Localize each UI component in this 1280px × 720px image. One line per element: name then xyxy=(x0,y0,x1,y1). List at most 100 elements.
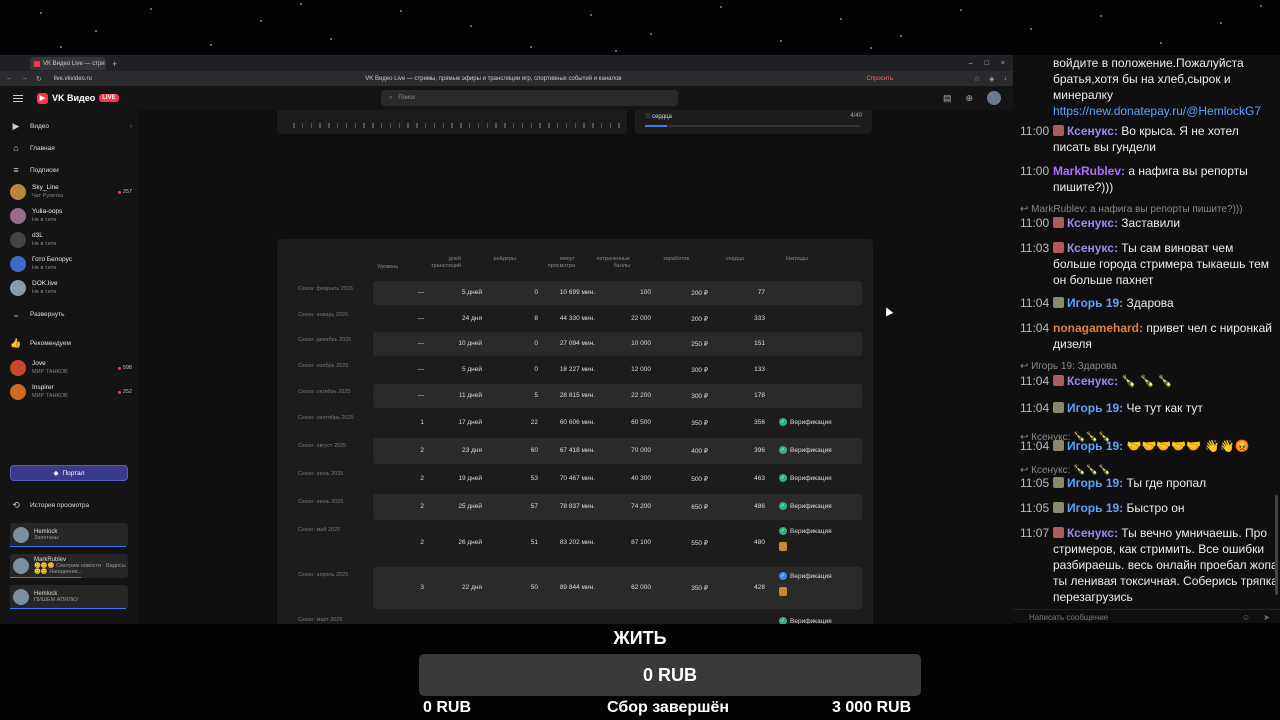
medal-icon[interactable] xyxy=(779,542,787,551)
emoji-icon[interactable]: ☺ xyxy=(1242,610,1250,623)
message-nick[interactable]: Игорь 19: xyxy=(1067,476,1123,490)
chat-scrollbar[interactable] xyxy=(1275,495,1278,595)
column-header: дней трансляций xyxy=(431,256,461,270)
browser-tab[interactable]: VK Видео Live — стри × xyxy=(30,57,106,70)
history-item[interactable]: Hemlock ПИШЕМ АПИЛКУ xyxy=(10,585,128,609)
season-label: Сезон: февраль 2026 xyxy=(298,286,353,292)
menu-icon[interactable] xyxy=(13,94,23,102)
award-badge[interactable]: ✓ Верификация xyxy=(779,617,832,624)
table-cell-level: 1 xyxy=(420,419,424,426)
bookmark-icon[interactable]: ☆ xyxy=(974,75,980,83)
channel-item[interactable]: Гото Белорус Не в сети xyxy=(10,256,132,273)
url-field[interactable]: live.vkvideo.ru xyxy=(54,76,124,82)
message-body: nonagamehard: привет чел с ниронкай дизе… xyxy=(1053,320,1278,352)
message-nick[interactable]: Ксенукс: xyxy=(1067,216,1118,230)
maximize-icon[interactable]: □ xyxy=(985,60,989,67)
tick-mark xyxy=(389,123,392,128)
reload-icon[interactable]: ↻ xyxy=(36,75,42,83)
studio-icon[interactable]: ▤ xyxy=(943,93,952,104)
sidebar-item-recommended[interactable]: 👍 Рекомендуем xyxy=(10,338,132,349)
download-icon[interactable]: ↓ xyxy=(1004,75,1008,83)
forward-icon[interactable]: → xyxy=(21,75,28,83)
table-cell-hearts: 356 xyxy=(754,419,765,426)
portal-button[interactable]: ◆ Портал xyxy=(10,465,128,481)
send-icon[interactable]: ➤ xyxy=(1263,610,1270,623)
sidebar-item-history[interactable]: ⟲ История просмотра xyxy=(10,500,132,511)
back-icon[interactable]: ← xyxy=(6,75,13,83)
award-badge[interactable]: ✓ Верификация xyxy=(779,418,832,426)
channel-item[interactable]: Jove МИР ТАНКОВ 598 xyxy=(10,360,132,377)
message-nick[interactable]: Ксенукс: xyxy=(1067,526,1118,540)
table-cell-days: 5 дней xyxy=(461,366,482,373)
message-nick[interactable]: MarkRublev: xyxy=(1053,164,1125,178)
message-time: 11:04 xyxy=(1020,401,1050,415)
medal-icon[interactable] xyxy=(779,587,787,596)
message-nick[interactable]: nonagamehard: xyxy=(1053,321,1143,335)
close-window-icon[interactable]: × xyxy=(1001,60,1005,67)
award-label: Верификация xyxy=(790,502,832,510)
channel-status: Не в сети xyxy=(32,241,57,248)
channel-item[interactable]: DOK.live Не в сети xyxy=(10,280,132,297)
user-badge-icon xyxy=(1053,242,1064,253)
ask-button[interactable]: Спросить xyxy=(867,76,893,82)
history-progress xyxy=(10,577,81,578)
history-item[interactable]: Hemlock Запетаны xyxy=(10,523,128,547)
sidebar-item-label: Подписки xyxy=(30,166,59,174)
message-nick[interactable]: Ксенукс: xyxy=(1067,241,1118,255)
message-body: Игорь 19: Че тут как тут xyxy=(1053,400,1278,416)
goal-title: ЖИТЬ xyxy=(613,628,667,648)
vk-logo[interactable]: ▶ VK Видео LIVE xyxy=(37,92,119,104)
extension-icon[interactable]: ◈ xyxy=(989,75,994,83)
minimize-icon[interactable]: – xyxy=(969,60,973,67)
message-nick[interactable]: Игорь 19: xyxy=(1067,296,1123,310)
subscriptions-icon: ≡ xyxy=(13,165,19,175)
channel-item[interactable]: Yulia-oops Не в сети xyxy=(10,208,132,225)
award-badge[interactable]: ✓ Верификация xyxy=(779,474,832,482)
message-nick[interactable]: Игорь 19: xyxy=(1067,439,1123,453)
search-input[interactable]: ⌕ Поиск xyxy=(381,90,678,106)
verified-icon: ✓ xyxy=(779,474,787,482)
award-label: Верификация xyxy=(790,617,832,625)
window-controls: – □ × xyxy=(969,60,1013,67)
channel-item[interactable]: Sky_Line Чат Рулетка 257 xyxy=(10,184,132,201)
award-badge[interactable]: ✓ Верификация xyxy=(779,446,832,454)
table-cell-raiders: 50 xyxy=(530,584,538,591)
table-cell-hearts: 77 xyxy=(757,289,765,296)
message-time: 11:07 xyxy=(1020,526,1050,540)
avatar[interactable] xyxy=(987,91,1001,105)
sidebar-item-subscriptions[interactable]: ≡ Подписки xyxy=(10,165,132,175)
table-cell-minutes: 10 699 мин. xyxy=(559,289,595,296)
channel-item[interactable]: Inspirer МИР ТАНКОВ 252 xyxy=(10,384,132,401)
table-cell-hearts: 428 xyxy=(754,584,765,591)
donate-link[interactable]: https://new.donatepay.ru/@HemlockG7 xyxy=(1053,104,1261,118)
reply-text: Игорь 19: Здарова xyxy=(1031,361,1117,372)
award-badge[interactable]: ✓ Верификация xyxy=(779,502,832,510)
video-icon: ▶ xyxy=(12,121,20,131)
message-body: MarkRublev: а нафига вы репорты пишите?)… xyxy=(1053,163,1278,195)
expand-button[interactable]: ⌄ Развернуть xyxy=(10,309,132,320)
sidebar-item-home[interactable]: ⌂ Главная xyxy=(10,143,132,153)
message-nick[interactable]: Ксенукс: xyxy=(1067,124,1118,138)
history-text: Hemlock Запетаны xyxy=(34,529,59,541)
sidebar-item-video[interactable]: ▶ Видео › xyxy=(10,121,132,132)
tick-mark xyxy=(301,123,304,128)
history-item[interactable]: MarkRublev 😊😊😊 Смотрим новости · Видосы 😊… xyxy=(10,554,128,578)
tick-mark xyxy=(512,123,515,128)
award-label: Верификация xyxy=(790,418,832,426)
star xyxy=(260,20,262,22)
add-icon[interactable]: ⊕ xyxy=(965,93,973,104)
award-badge[interactable]: ✓ Верификация xyxy=(779,572,832,580)
award-badge[interactable]: ✓ Верификация xyxy=(779,527,832,535)
message-nick[interactable]: Игорь 19: xyxy=(1067,501,1123,515)
tick-mark xyxy=(328,123,330,128)
message-nick[interactable]: Ксенукс: xyxy=(1067,374,1118,388)
new-tab-icon[interactable]: + xyxy=(112,59,117,69)
history-avatar xyxy=(13,589,29,605)
message-time: 11:04 xyxy=(1020,296,1050,310)
message-nick[interactable]: Игорь 19: xyxy=(1067,401,1123,415)
channel-item[interactable]: d3L Не в сети xyxy=(10,232,132,249)
channel-text: Inspirer МИР ТАНКОВ xyxy=(32,384,68,400)
table-cell-raiders: 22 xyxy=(530,419,538,426)
chat-input[interactable]: Написать сообщение ☺ ➤ xyxy=(1013,609,1280,623)
tick-mark xyxy=(556,123,559,128)
